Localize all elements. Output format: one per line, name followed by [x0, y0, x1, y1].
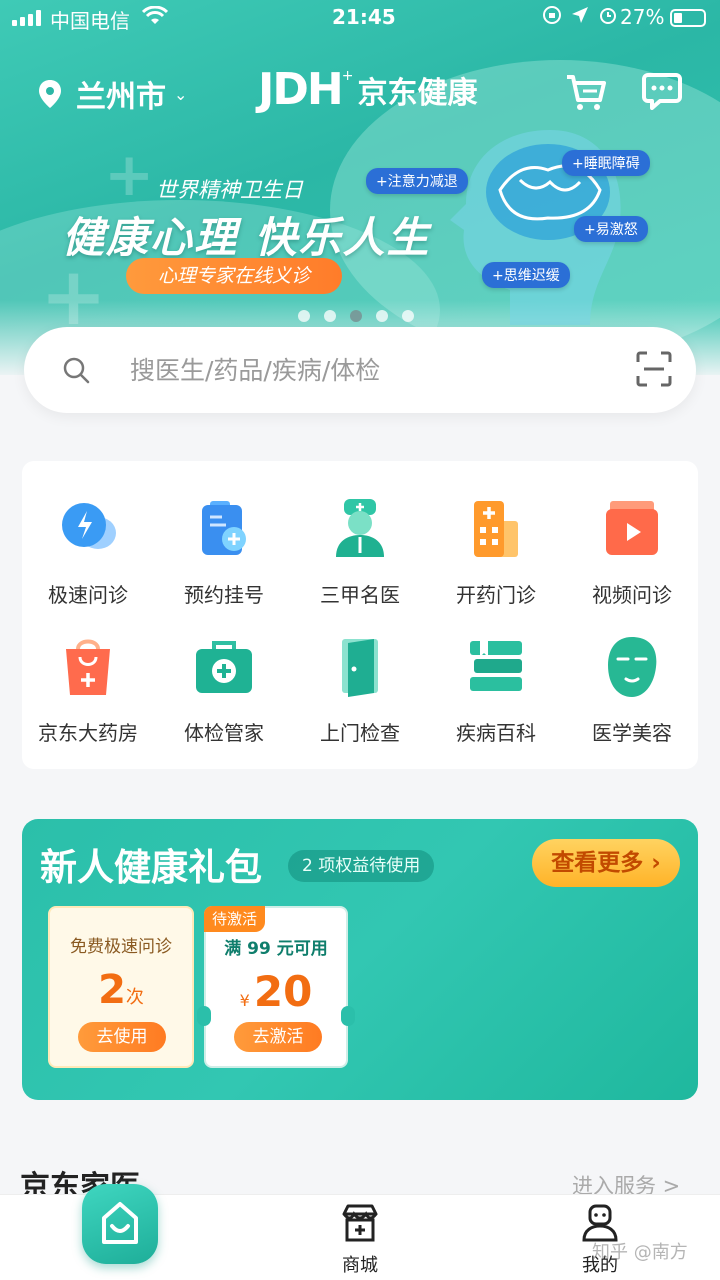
mall-tab[interactable]: 商城	[320, 1204, 400, 1277]
service-item[interactable]: 疾病百科	[436, 635, 556, 746]
status-bar: 中国电信 21:45 27%	[0, 0, 720, 36]
pagination-dot[interactable]	[324, 310, 336, 322]
pending-tag: 待激活	[204, 906, 266, 932]
battery-percent: 27%	[620, 5, 665, 29]
message-icon[interactable]	[642, 72, 682, 110]
pagination-dot[interactable]	[402, 310, 414, 322]
app-logo: JDH + 京东健康	[258, 64, 478, 115]
service-item[interactable]: 医学美容	[572, 635, 692, 746]
view-more-button[interactable]: 查看更多 ›	[532, 839, 680, 887]
service-item[interactable]: 预约挂号	[164, 497, 284, 608]
scan-icon[interactable]	[636, 351, 672, 387]
store-icon	[342, 1204, 378, 1242]
coupon-amount: ¥20	[239, 967, 313, 1016]
medical-kit-icon	[196, 641, 252, 693]
service-item[interactable]: 京东大药房	[28, 635, 148, 746]
pagination-dot-active[interactable]	[350, 310, 362, 322]
service-item[interactable]: 开药门诊	[436, 497, 556, 608]
coupon-count: 2次	[98, 967, 144, 1013]
pagination-dot[interactable]	[298, 310, 310, 322]
door-icon	[342, 639, 378, 697]
signal-icon	[12, 10, 41, 26]
home-tab[interactable]	[82, 1184, 158, 1264]
pharmacy-bag-icon	[66, 639, 110, 695]
service-item[interactable]: 上门检查	[300, 635, 420, 746]
face-mask-icon	[608, 637, 657, 697]
hospital-icon	[474, 501, 518, 557]
service-item[interactable]: 极速问诊	[28, 497, 148, 608]
books-icon	[470, 641, 522, 691]
watermark: 知乎 @南方	[592, 1242, 688, 1263]
lightning-chat-icon	[62, 503, 116, 549]
battery-icon	[670, 9, 706, 27]
register-card-icon	[202, 501, 246, 555]
banner-subtitle: 世界精神卫生日	[156, 178, 303, 202]
orientation-lock-icon	[543, 6, 561, 24]
logo-name: 京东健康	[357, 75, 478, 111]
video-icon	[606, 501, 658, 555]
discount-coupon[interactable]: 待激活 满 99 元可用 ¥20 去激活	[204, 906, 348, 1068]
location-arrow-icon	[572, 7, 588, 23]
home-icon	[102, 1202, 138, 1244]
banner-tag: +思维迟缓	[482, 262, 570, 288]
new-user-gift-card[interactable]: 新人健康礼包 2 项权益待使用 查看更多 › 免费极速问诊 2次 去使用 待激活…	[22, 819, 698, 1100]
chevron-down-icon: ⌄	[174, 84, 188, 104]
coupon-condition: 满 99 元可用	[224, 939, 328, 959]
pagination-dot[interactable]	[376, 310, 388, 322]
consult-coupon[interactable]: 免费极速问诊 2次 去使用	[48, 906, 194, 1068]
banner-tag: +易激怒	[574, 216, 648, 242]
banner-tag: +注意力减退	[366, 168, 468, 194]
banner-tag: +睡眠障碍	[562, 150, 650, 176]
gift-badge: 2 项权益待使用	[288, 850, 435, 882]
alarm-icon	[600, 8, 616, 24]
clock: 21:45	[332, 5, 396, 29]
location-selector[interactable]: 兰州市 ⌄	[38, 72, 187, 116]
search-bar[interactable]: 搜医生/药品/疾病/体检	[24, 327, 696, 413]
banner-pagination[interactable]	[298, 310, 414, 322]
banner-cta-button[interactable]: 心理专家在线义诊	[126, 258, 342, 294]
wifi-icon	[142, 6, 168, 24]
use-button[interactable]: 去使用	[78, 1022, 166, 1052]
cart-icon[interactable]	[564, 72, 606, 112]
carrier-label: 中国电信	[50, 9, 130, 33]
location-pin-icon	[39, 80, 61, 108]
coupon-title: 免费极速问诊	[70, 937, 172, 957]
service-grid: 极速问诊 预约挂号 三甲名医 开药门诊 视频问诊 京东大药房 体检管家 上门检查…	[22, 461, 698, 769]
service-item[interactable]: 体检管家	[164, 635, 284, 746]
search-icon	[63, 357, 90, 384]
search-placeholder: 搜医生/药品/疾病/体检	[130, 356, 381, 385]
gift-title: 新人健康礼包	[40, 846, 262, 889]
service-item[interactable]: 三甲名医	[300, 497, 420, 608]
location-label: 兰州市	[76, 80, 166, 115]
activate-button[interactable]: 去激活	[234, 1022, 322, 1052]
doctor-icon	[336, 499, 384, 557]
banner-title: 健康心理 快乐人生	[62, 213, 431, 262]
service-item[interactable]: 视频问诊	[572, 497, 692, 608]
